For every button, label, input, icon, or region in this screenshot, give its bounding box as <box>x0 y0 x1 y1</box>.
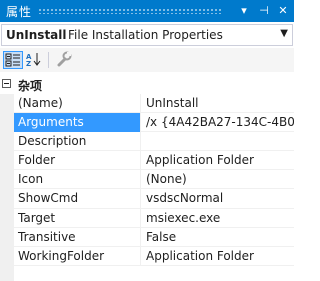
property-name: (Name) <box>14 94 141 113</box>
property-row-name[interactable]: (Name) UnInstall <box>14 94 294 114</box>
property-value[interactable] <box>142 132 294 151</box>
property-row-arguments[interactable]: Arguments /x {4A42BA27-134C-4B00 <box>14 113 294 133</box>
property-value[interactable]: /x {4A42BA27-134C-4B00 <box>142 113 294 132</box>
category-header-misc[interactable]: 杂项 <box>0 75 294 94</box>
property-value[interactable]: vsdscNormal <box>142 189 294 208</box>
alphabetical-sort-icon: A Z <box>26 53 41 68</box>
property-value[interactable]: (None) <box>142 170 294 189</box>
selected-object-name: UnInstall <box>6 28 67 42</box>
property-row-showcmd[interactable]: ShowCmd vsdscNormal <box>14 189 294 209</box>
property-name: Target <box>14 208 141 228</box>
property-name: WorkingFolder <box>14 246 141 266</box>
chevron-down-icon[interactable]: ▼ <box>280 28 288 39</box>
property-value[interactable]: Application Folder <box>142 247 294 266</box>
categorized-button[interactable] <box>3 51 23 69</box>
property-row-description[interactable]: Description <box>14 132 294 152</box>
property-value[interactable]: Application Folder <box>142 151 294 170</box>
property-row-folder[interactable]: Folder Application Folder <box>14 151 294 171</box>
property-value[interactable]: UnInstall <box>142 94 294 113</box>
property-pages-wrench-icon <box>57 51 72 67</box>
property-name: Description <box>14 132 141 152</box>
title-grip <box>38 8 222 14</box>
collapse-icon[interactable] <box>2 79 11 88</box>
property-row-target[interactable]: Target msiexec.exe <box>14 208 294 228</box>
property-row-transitive[interactable]: Transitive False <box>14 227 294 247</box>
property-pages-button[interactable] <box>55 51 75 69</box>
svg-text:Z: Z <box>26 60 31 67</box>
property-rows: (Name) UnInstall Arguments /x {4A42BA27-… <box>14 94 294 266</box>
category-label: 杂项 <box>18 79 43 93</box>
toolbar-separator <box>48 52 49 68</box>
property-value[interactable]: False <box>142 228 294 247</box>
categorized-icon <box>5 53 20 67</box>
property-row-icon[interactable]: Icon (None) <box>14 170 294 190</box>
property-row-workingfolder[interactable]: WorkingFolder Application Folder <box>14 246 294 266</box>
close-icon[interactable]: ✕ <box>275 2 291 20</box>
window-position-dropdown-icon[interactable]: ▾ <box>236 2 252 20</box>
alphabetical-button[interactable]: A Z <box>25 51 45 69</box>
property-name: ShowCmd <box>14 189 141 209</box>
property-grid: 杂项 (Name) UnInstall Arguments /x {4A42BA… <box>0 75 294 281</box>
pin-icon[interactable]: ⊣ <box>256 2 272 20</box>
property-name: Icon <box>14 170 141 190</box>
property-name: Transitive <box>14 227 141 247</box>
selected-object-type: File Installation Properties <box>68 28 223 42</box>
grid-margin <box>0 94 14 281</box>
object-selector-dropdown[interactable]: UnInstall File Installation Properties ▼ <box>1 24 293 46</box>
properties-toolbar: A Z <box>0 48 294 72</box>
property-value[interactable]: msiexec.exe <box>142 209 294 228</box>
property-name: Arguments <box>14 113 141 133</box>
property-name: Folder <box>14 151 141 171</box>
properties-title-bar[interactable]: 属性 ▾ ⊣ ✕ <box>0 0 294 22</box>
window-title: 属性 <box>6 5 33 19</box>
